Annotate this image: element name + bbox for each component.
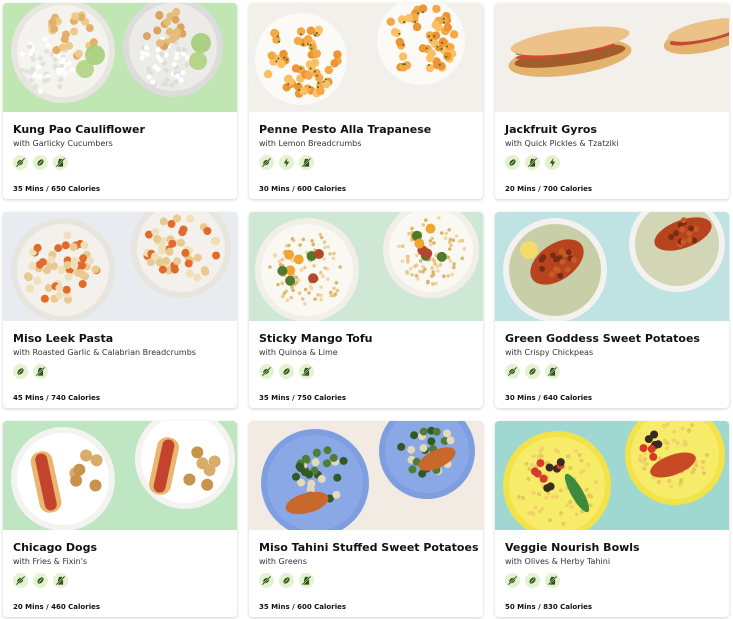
recipe-card[interactable]: Veggie Nourish Bowls with Olives & Herby… [495, 421, 729, 617]
no-meat-icon [13, 155, 28, 170]
recipe-photo[interactable] [249, 421, 483, 530]
no-meat-icon [259, 155, 274, 170]
recipe-card[interactable]: Sticky Mango Tofu with Quinoa & Lime 35 … [249, 212, 483, 408]
dietary-tags [259, 155, 473, 170]
no-dairy-icon [545, 364, 560, 379]
dietary-tags [505, 573, 719, 588]
food-illustration [249, 3, 471, 111]
recipe-title[interactable]: Miso Tahini Stuffed Sweet Potatoes [259, 541, 479, 555]
dietary-tags [259, 573, 473, 588]
recipe-subtitle: with Greens [259, 557, 307, 566]
no-meat-icon [505, 573, 520, 588]
food-illustration [503, 421, 725, 530]
recipe-card[interactable]: Green Goddess Sweet Potatoes with Crispy… [495, 212, 729, 408]
no-meat-icon [259, 573, 274, 588]
no-dairy-icon [545, 573, 560, 588]
recipe-title[interactable]: Kung Pao Cauliflower [13, 123, 227, 137]
no-dairy-icon [525, 155, 540, 170]
recipe-time-calories: 20 Mins / 460 Calories [13, 603, 101, 611]
food-illustration [508, 18, 729, 77]
no-nuts-icon [279, 573, 294, 588]
no-meat-icon [259, 364, 274, 379]
bolt-icon [279, 155, 294, 170]
recipe-card[interactable]: Miso Tahini Stuffed Sweet Potatoes with … [249, 421, 483, 617]
recipe-card[interactable]: Chicago Dogs with Fries & Fixin's 20 Min… [3, 421, 237, 617]
no-dairy-icon [53, 155, 68, 170]
no-nuts-icon [505, 155, 520, 170]
no-nuts-icon [279, 364, 294, 379]
food-illustration [261, 421, 475, 530]
dietary-tags [505, 364, 719, 379]
no-meat-icon [505, 364, 520, 379]
recipe-time-calories: 50 Mins / 830 Calories [505, 603, 593, 611]
no-dairy-icon [33, 364, 48, 379]
recipe-photo[interactable] [495, 421, 729, 530]
recipe-grid: Kung Pao Cauliflower with Garlicky Cucum… [3, 3, 729, 617]
food-illustration [11, 421, 235, 530]
recipe-subtitle: with Garlicky Cucumbers [13, 139, 113, 148]
recipe-time-calories: 35 Mins / 750 Calories [259, 394, 347, 402]
no-nuts-icon [525, 573, 540, 588]
recipe-card[interactable]: Penne Pesto Alla Trapanese with Lemon Br… [249, 3, 483, 199]
recipe-subtitle: with Crispy Chickpeas [505, 348, 594, 357]
no-dairy-icon [299, 573, 314, 588]
recipe-photo[interactable] [3, 212, 237, 321]
recipe-photo[interactable] [3, 421, 237, 530]
recipe-card[interactable]: Miso Leek Pasta with Roasted Garlic & Ca… [3, 212, 237, 408]
recipe-title[interactable]: Green Goddess Sweet Potatoes [505, 332, 719, 346]
recipe-photo[interactable] [495, 3, 729, 112]
dietary-tags [259, 364, 473, 379]
recipe-card[interactable]: Jackfruit Gyros with Quick Pickles & Tza… [495, 3, 729, 199]
food-illustration [11, 3, 223, 103]
recipe-time-calories: 20 Mins / 700 Calories [505, 185, 593, 193]
no-dairy-icon [299, 155, 314, 170]
no-nuts-icon [13, 364, 28, 379]
recipe-subtitle: with Lemon Breadcrumbs [259, 139, 362, 148]
food-illustration [503, 212, 725, 321]
dietary-tags [13, 155, 227, 170]
bolt-icon [545, 155, 560, 170]
food-illustration [11, 212, 231, 321]
recipe-subtitle: with Roasted Garlic & Calabrian Breadcru… [13, 348, 196, 357]
recipe-title[interactable]: Chicago Dogs [13, 541, 227, 555]
recipe-time-calories: 45 Mins / 740 Calories [13, 394, 101, 402]
recipe-photo[interactable] [249, 3, 483, 112]
recipe-time-calories: 35 Mins / 650 Calories [13, 185, 101, 193]
no-dairy-icon [53, 573, 68, 588]
recipe-time-calories: 30 Mins / 600 Calories [259, 185, 347, 193]
no-nuts-icon [33, 155, 48, 170]
recipe-photo[interactable] [249, 212, 483, 321]
no-dairy-icon [299, 364, 314, 379]
recipe-card[interactable]: Kung Pao Cauliflower with Garlicky Cucum… [3, 3, 237, 199]
recipe-time-calories: 30 Mins / 640 Calories [505, 394, 593, 402]
recipe-photo[interactable] [495, 212, 729, 321]
recipe-title[interactable]: Veggie Nourish Bowls [505, 541, 719, 555]
no-nuts-icon [33, 573, 48, 588]
recipe-time-calories: 35 Mins / 600 Calories [259, 603, 347, 611]
dietary-tags [13, 364, 227, 379]
recipe-title[interactable]: Sticky Mango Tofu [259, 332, 473, 346]
recipe-title[interactable]: Jackfruit Gyros [505, 123, 719, 137]
dietary-tags [505, 155, 719, 170]
food-illustration [255, 212, 479, 321]
dietary-tags [13, 573, 227, 588]
recipe-subtitle: with Fries & Fixin's [13, 557, 88, 566]
recipe-subtitle: with Quinoa & Lime [259, 348, 338, 357]
no-nuts-icon [525, 364, 540, 379]
recipe-title[interactable]: Miso Leek Pasta [13, 332, 227, 346]
recipe-subtitle: with Quick Pickles & Tzatziki [505, 139, 619, 148]
recipe-photo[interactable] [3, 3, 237, 112]
recipe-subtitle: with Olives & Herby Tahini [505, 557, 611, 566]
recipe-title[interactable]: Penne Pesto Alla Trapanese [259, 123, 473, 137]
no-meat-icon [13, 573, 28, 588]
